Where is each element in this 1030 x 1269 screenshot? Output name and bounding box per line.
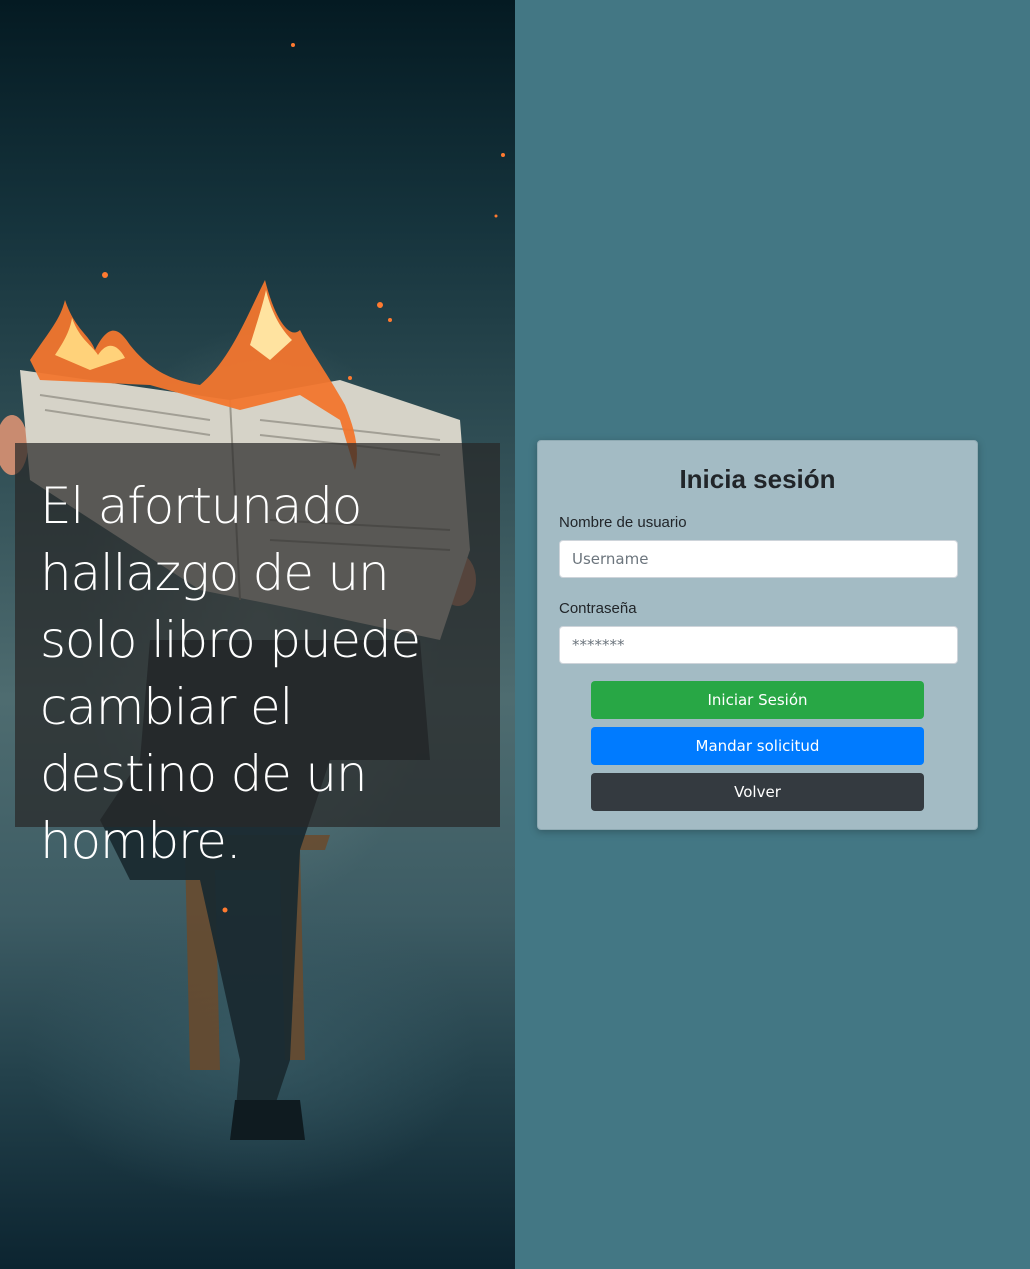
username-label: Nombre de usuario: [559, 514, 687, 531]
login-title: Inicia sesión: [679, 464, 836, 494]
login-card: Inicia sesión Nombre de usuario Contrase…: [537, 440, 978, 830]
quote-box: El afortunado hallazgo de un solo libro …: [15, 443, 500, 870]
send-request-button[interactable]: Mandar solicitud: [591, 727, 924, 765]
login-page: El afortunado hallazgo de un solo libro …: [0, 0, 1030, 1269]
password-label: Contraseña: [559, 600, 637, 617]
back-button[interactable]: Volver: [591, 773, 924, 811]
login-button[interactable]: Iniciar Sesión: [591, 681, 924, 719]
quote-text: El afortunado hallazgo de un solo libro …: [40, 477, 421, 870]
button-group: Iniciar Sesión Mandar solicitud Volver: [559, 681, 956, 819]
password-input[interactable]: [559, 626, 958, 664]
username-input[interactable]: [559, 540, 958, 578]
hero-image: El afortunado hallazgo de un solo libro …: [0, 0, 515, 1269]
